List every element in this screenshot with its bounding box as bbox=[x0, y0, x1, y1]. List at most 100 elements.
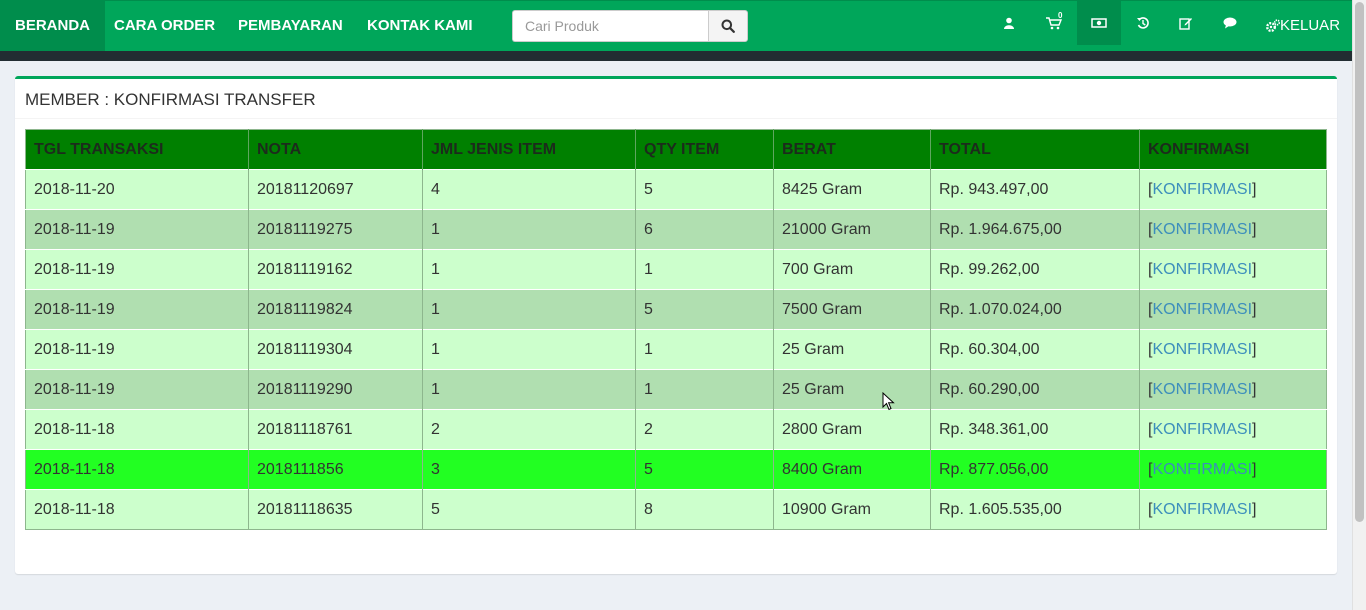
logout-button[interactable]: KELUAR bbox=[1266, 1, 1340, 51]
table-row: 2018-11-19 20181119824 1 5 7500 Gram Rp. 1.07… bbox=[25, 289, 1327, 330]
cell-nota: 20181119162 bbox=[248, 249, 423, 290]
edit-button[interactable] bbox=[1164, 1, 1208, 45]
cell-jenis: 1 bbox=[422, 369, 636, 410]
cell-tgl: 2018-11-18 bbox=[25, 489, 249, 530]
cell-nota: 20181119304 bbox=[248, 329, 423, 370]
search-input[interactable] bbox=[512, 10, 708, 42]
cell-total: Rp. 1.605.535,00 bbox=[930, 489, 1140, 530]
table-row: 2018-11-19 20181119304 1 1 25 Gram Rp. 60.304… bbox=[25, 329, 1327, 370]
cell-nota: 2018111856 bbox=[248, 449, 423, 490]
page-title: MEMBER : KONFIRMASI TRANSFER bbox=[25, 90, 316, 109]
comment-icon bbox=[1223, 17, 1237, 29]
cell-qty: 1 bbox=[635, 329, 774, 370]
cell-total: Rp. 60.304,00 bbox=[930, 329, 1140, 370]
cell-konfirmasi: [KONFIRMASI] bbox=[1139, 209, 1327, 250]
col-konfirmasi: KONFIRMASI bbox=[1139, 129, 1327, 170]
cell-jenis: 1 bbox=[422, 329, 636, 370]
search-button[interactable] bbox=[708, 10, 748, 42]
table-row: 2018-11-20 20181120697 4 5 8425 Gram Rp. 943.… bbox=[25, 169, 1327, 210]
col-nota: NOTA bbox=[248, 129, 423, 170]
user-button[interactable] bbox=[987, 1, 1031, 45]
cell-jenis: 5 bbox=[422, 489, 636, 530]
konfirmasi-link[interactable]: KONFIRMASI bbox=[1152, 221, 1252, 238]
cart-button[interactable]: 0 bbox=[1032, 1, 1076, 45]
konfirmasi-link[interactable]: KONFIRMASI bbox=[1152, 381, 1252, 398]
cell-qty: 8 bbox=[635, 489, 774, 530]
cell-konfirmasi: [KONFIRMASI] bbox=[1139, 449, 1327, 490]
konfirmasi-link[interactable]: KONFIRMASI bbox=[1152, 461, 1252, 478]
nav-pembayaran[interactable]: PEMBAYARAN bbox=[238, 1, 343, 51]
cell-berat: 25 Gram bbox=[773, 329, 931, 370]
cell-berat: 25 Gram bbox=[773, 369, 931, 410]
cell-jenis: 4 bbox=[422, 169, 636, 210]
konfirmasi-link[interactable]: KONFIRMASI bbox=[1152, 341, 1252, 358]
cell-nota: 20181119824 bbox=[248, 289, 423, 330]
konfirmasi-link[interactable]: KONFIRMASI bbox=[1152, 501, 1252, 518]
col-jml-jenis-item: JML JENIS ITEM bbox=[422, 129, 636, 170]
cell-total: Rp. 1.070.024,00 bbox=[930, 289, 1140, 330]
cell-total: Rp. 348.361,00 bbox=[930, 409, 1140, 450]
cell-total: Rp. 99.262,00 bbox=[930, 249, 1140, 290]
table-row: 2018-11-18 20181118635 5 8 10900 Gram Rp. 1.6… bbox=[25, 489, 1327, 530]
search-icon bbox=[721, 19, 735, 33]
cell-nota: 20181118761 bbox=[248, 409, 423, 450]
user-icon bbox=[1004, 17, 1014, 29]
mouse-cursor-icon bbox=[882, 392, 895, 411]
cell-nota: 20181120697 bbox=[248, 169, 423, 210]
table-header-row: TGL TRANSAKSI NOTA JML JENIS ITEM QTY IT… bbox=[25, 129, 1327, 170]
cell-tgl: 2018-11-20 bbox=[25, 169, 249, 210]
cell-qty: 6 bbox=[635, 209, 774, 250]
cell-jenis: 1 bbox=[422, 209, 636, 250]
cell-konfirmasi: [KONFIRMASI] bbox=[1139, 369, 1327, 410]
cell-konfirmasi: [KONFIRMASI] bbox=[1139, 489, 1327, 530]
cell-berat: 2800 Gram bbox=[773, 409, 931, 450]
chat-button[interactable] bbox=[1208, 1, 1252, 45]
bracket-close: ] bbox=[1252, 220, 1257, 238]
cell-tgl: 2018-11-18 bbox=[25, 449, 249, 490]
col-total: TOTAL bbox=[930, 129, 1140, 170]
konfirmasi-box: MEMBER : KONFIRMASI TRANSFER TGL TRANSAK… bbox=[15, 76, 1337, 574]
cell-tgl: 2018-11-18 bbox=[25, 409, 249, 450]
cell-qty: 1 bbox=[635, 249, 774, 290]
bracket-close: ] bbox=[1252, 180, 1257, 198]
konfirmasi-link[interactable]: KONFIRMASI bbox=[1152, 301, 1252, 318]
logout-label: KELUAR bbox=[1280, 17, 1341, 34]
cell-konfirmasi: [KONFIRMASI] bbox=[1139, 289, 1327, 330]
cell-berat: 8425 Gram bbox=[773, 169, 931, 210]
cell-jenis: 2 bbox=[422, 409, 636, 450]
history-icon bbox=[1137, 17, 1149, 29]
history-button[interactable] bbox=[1121, 1, 1165, 45]
nav-cara-order[interactable]: CARA ORDER bbox=[114, 1, 215, 51]
bracket-close: ] bbox=[1252, 260, 1257, 278]
col-tgl-transaksi: TGL TRANSAKSI bbox=[25, 129, 249, 170]
page-scrollbar[interactable] bbox=[1352, 0, 1366, 610]
cell-qty: 5 bbox=[635, 289, 774, 330]
cell-tgl: 2018-11-19 bbox=[25, 249, 249, 290]
cell-nota: 20181119290 bbox=[248, 369, 423, 410]
top-navbar: BERANDA CARA ORDER PEMBAYARAN KONTAK KAM… bbox=[0, 0, 1352, 51]
cell-nota: 20181118635 bbox=[248, 489, 423, 530]
cell-jenis: 1 bbox=[422, 289, 636, 330]
table-row: 2018-11-18 20181118761 2 2 2800 Gram Rp. 348.… bbox=[25, 409, 1327, 450]
cell-total: Rp. 60.290,00 bbox=[930, 369, 1140, 410]
cell-nota: 20181119275 bbox=[248, 209, 423, 250]
scrollbar-thumb[interactable] bbox=[1355, 2, 1364, 522]
konfirmasi-link[interactable]: KONFIRMASI bbox=[1152, 261, 1252, 278]
bracket-close: ] bbox=[1252, 340, 1257, 358]
payment-button[interactable] bbox=[1077, 1, 1121, 45]
cell-qty: 5 bbox=[635, 169, 774, 210]
cell-jenis: 1 bbox=[422, 249, 636, 290]
cell-berat: 700 Gram bbox=[773, 249, 931, 290]
cell-konfirmasi: [KONFIRMASI] bbox=[1139, 409, 1327, 450]
konfirmasi-link[interactable]: KONFIRMASI bbox=[1152, 181, 1252, 198]
box-header: MEMBER : KONFIRMASI TRANSFER bbox=[15, 79, 1337, 119]
cell-total: Rp. 877.056,00 bbox=[930, 449, 1140, 490]
cell-tgl: 2018-11-19 bbox=[25, 329, 249, 370]
konfirmasi-link[interactable]: KONFIRMASI bbox=[1152, 421, 1252, 438]
cell-total: Rp. 943.497,00 bbox=[930, 169, 1140, 210]
table-row: 2018-11-19 20181119275 1 6 21000 Gram Rp. 1.9… bbox=[25, 209, 1327, 250]
table-row: 2018-11-18 2018111856 3 5 8400 Gram Rp. 877.0… bbox=[25, 449, 1327, 490]
nav-kontak-kami[interactable]: KONTAK KAMI bbox=[367, 1, 473, 51]
nav-beranda[interactable]: BERANDA bbox=[0, 1, 105, 51]
transaction-table: TGL TRANSAKSI NOTA JML JENIS ITEM QTY IT… bbox=[25, 129, 1327, 530]
